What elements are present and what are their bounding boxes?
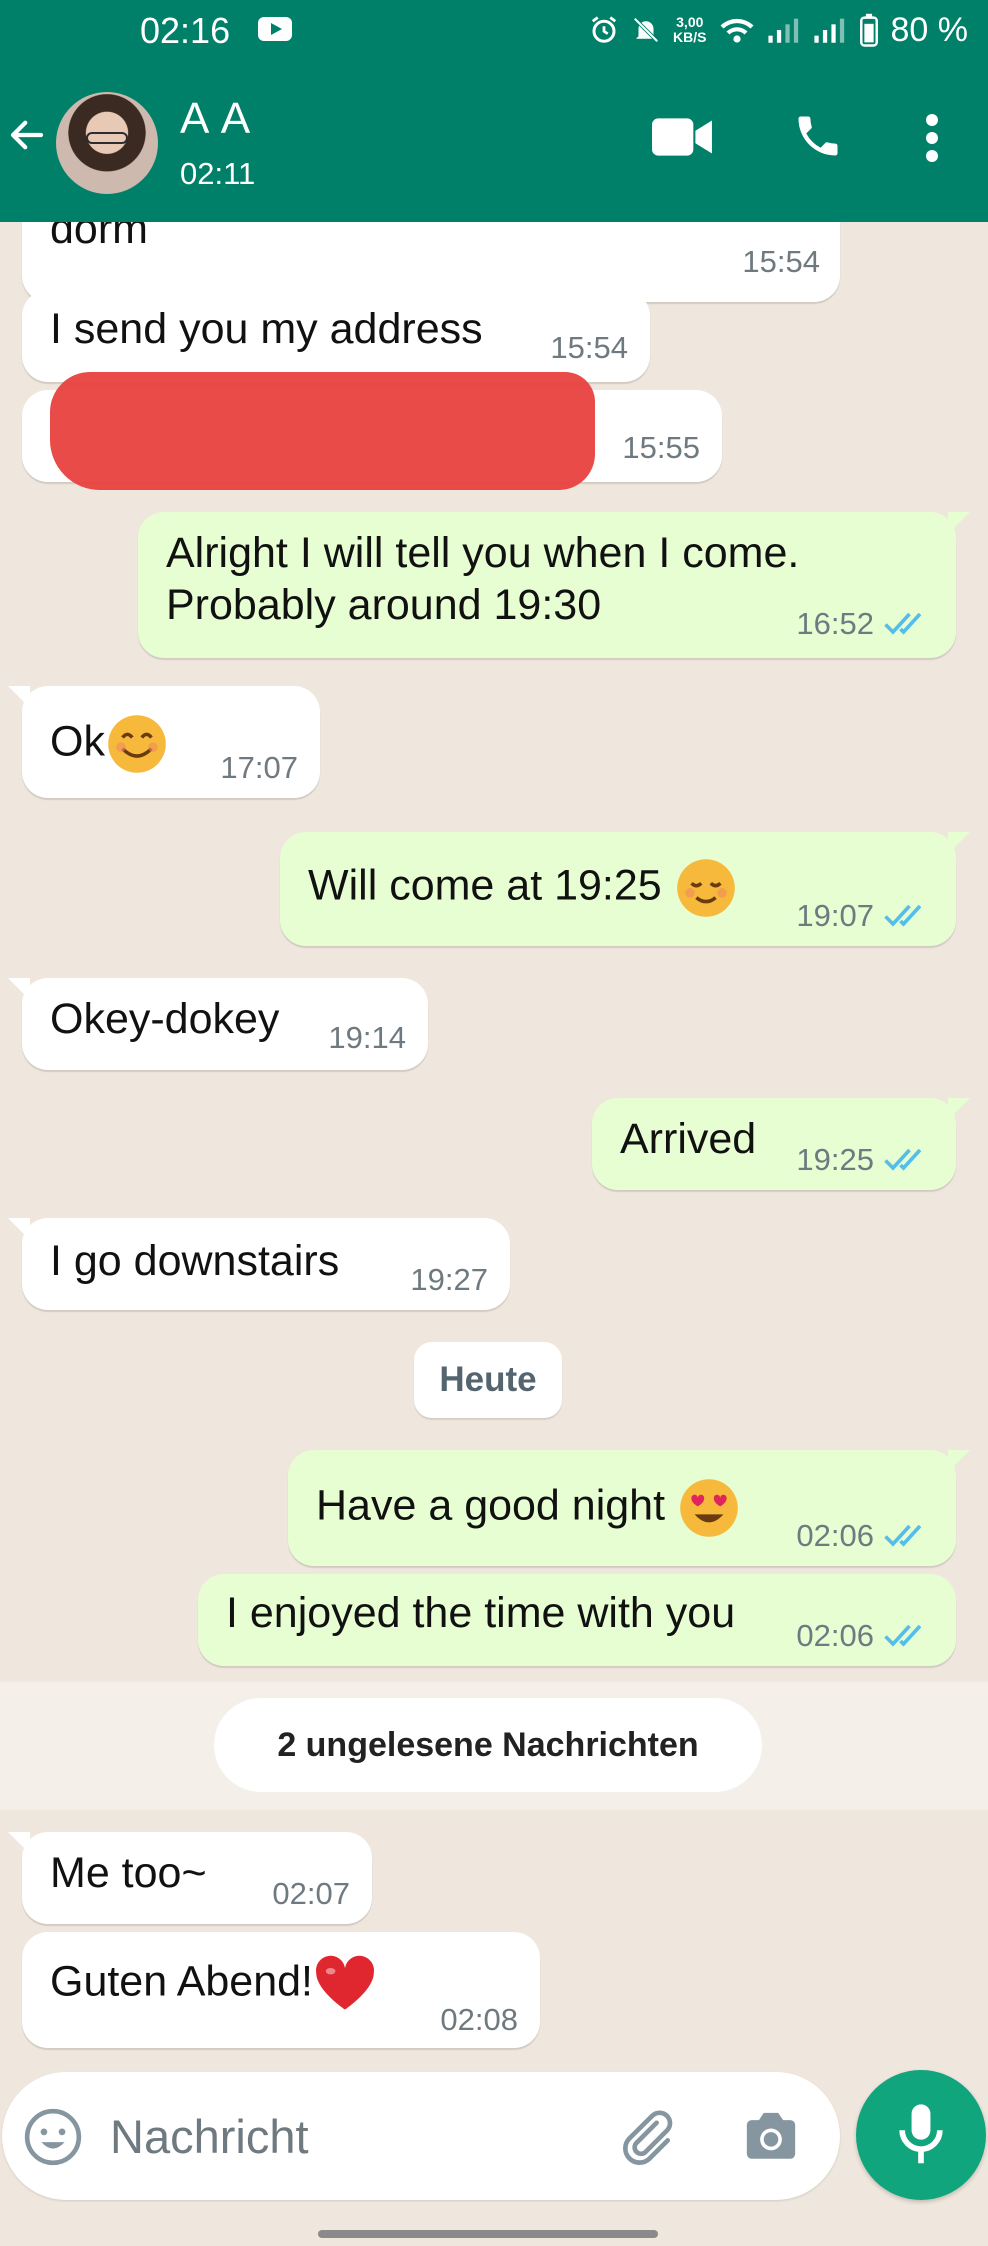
attachment-icon[interactable] <box>614 2106 676 2168</box>
heart-eyes-emoji <box>680 1479 738 1537</box>
contact-name[interactable]: A A <box>180 94 252 144</box>
mute-bell-icon <box>633 17 659 43</box>
more-options-icon[interactable] <box>924 114 940 162</box>
read-receipt-icon <box>884 612 922 635</box>
read-receipt-icon <box>884 1524 922 1547</box>
network-speed-unit: KB/S <box>673 29 707 45</box>
message-bubble-incoming[interactable]: Me too~ 02:07 <box>8 1832 372 1924</box>
message-bubble-outgoing[interactable]: Arrived 19:25 <box>592 1098 970 1190</box>
relieved-face-emoji <box>676 859 735 917</box>
emoji-picker-icon[interactable] <box>22 2106 84 2168</box>
status-time: 02:16 <box>140 10 231 51</box>
message-text-body: Guten Abend! <box>50 1957 313 2006</box>
signal-icon-1 <box>767 18 798 43</box>
message-bubble-incoming[interactable]: Ok 17:07 <box>8 686 320 798</box>
message-time: 19:07 <box>796 898 874 933</box>
read-receipt-icon <box>884 1148 922 1171</box>
message-text: Have a good night <box>316 1476 741 1540</box>
message-text: Me too~ <box>50 1849 207 1897</box>
back-arrow-icon[interactable] <box>6 114 48 156</box>
read-receipt-icon <box>884 904 922 927</box>
message-bubble-outgoing[interactable]: Will come at 19:25 19:07 <box>280 832 970 946</box>
message-text: I go downstairs <box>50 1237 340 1285</box>
message-input[interactable] <box>110 2102 590 2170</box>
message-time: 19:25 <box>796 1142 874 1177</box>
message-text-body: Have a good night <box>316 1481 666 1530</box>
message-time: 02:06 <box>796 1618 874 1653</box>
message-time: 16:52 <box>796 606 874 641</box>
message-time: 15:55 <box>622 430 700 465</box>
video-call-icon[interactable] <box>652 116 714 158</box>
message-text: Arrived <box>620 1115 757 1163</box>
date-separator: Heute <box>414 1342 562 1418</box>
message-bubble-outgoing[interactable]: I enjoyed the time with you 02:06 <box>198 1574 956 1666</box>
home-indicator[interactable] <box>318 2230 658 2238</box>
battery-percent: 80 % <box>890 10 969 49</box>
message-time: 17:07 <box>220 750 298 785</box>
message-text: Okey-dokey <box>50 995 280 1043</box>
message-bubble-outgoing[interactable]: Have a good night 02:06 <box>288 1450 970 1566</box>
red-heart-emoji <box>316 1955 374 2010</box>
message-bubble-incoming[interactable]: Guten Abend! 02:08 <box>22 1932 540 2048</box>
message-bubble-incoming[interactable]: Okey-dokey 19:14 <box>8 978 428 1070</box>
message-time: 02:08 <box>440 2002 518 2037</box>
signal-icon-2 <box>813 18 844 43</box>
message-text-line-2: Probably around 19:30 <box>166 581 602 629</box>
redaction-overlay <box>50 372 595 490</box>
message-time: 19:14 <box>328 1020 406 1055</box>
microphone-icon <box>899 2104 943 2164</box>
composer-bar <box>0 2070 988 2246</box>
smiling-face-emoji <box>108 715 166 773</box>
message-text-body: Ok <box>50 717 105 766</box>
message-text: Will come at 19:25 <box>308 856 738 920</box>
voice-call-icon[interactable] <box>792 110 844 162</box>
status-icons: 3,00 KB/S 80 % <box>589 8 968 52</box>
message-time: 19:27 <box>410 1262 488 1297</box>
message-time: 15:54 <box>742 244 820 279</box>
contact-avatar[interactable] <box>56 92 158 194</box>
message-text: dorm <box>50 222 148 253</box>
message-time: 02:06 <box>796 1518 874 1553</box>
message-bubble-outgoing[interactable]: Alright I will tell you when I come. Pro… <box>138 512 970 658</box>
wifi-icon <box>720 18 753 43</box>
message-bubble-incoming[interactable]: I send you my address 15:54 <box>22 290 650 382</box>
message-text-line-1: Alright I will tell you when I come. <box>166 529 800 577</box>
read-receipt-icon <box>884 1624 922 1647</box>
alarm-icon <box>591 16 617 43</box>
voice-message-button[interactable] <box>856 2070 986 2200</box>
message-text: I send you my address <box>50 305 483 353</box>
message-text: Guten Abend! <box>50 1954 377 2014</box>
chat-header[interactable]: A A 02:11 <box>0 64 988 222</box>
message-bubble-incoming[interactable]: I go downstairs 19:27 <box>8 1218 510 1310</box>
network-speed-value: 3,00 <box>676 14 704 30</box>
youtube-notification-icon <box>258 17 292 41</box>
avatar-glasses <box>86 132 128 144</box>
message-text: Ok <box>50 712 169 776</box>
battery-icon <box>859 13 878 47</box>
camera-icon[interactable] <box>742 2110 800 2164</box>
top-bar: 02:16 3,00 KB/S 80 % A A 02:11 <box>0 0 988 222</box>
contact-last-seen: 02:11 <box>180 156 256 191</box>
chat-area[interactable]: dorm 15:54 I send you my address 15:54 1… <box>0 222 988 2072</box>
unread-messages-banner: 2 ungelesene Nachrichten <box>214 1698 762 1792</box>
message-time: 02:07 <box>272 1876 350 1911</box>
message-text: I enjoyed the time with you <box>226 1589 736 1637</box>
message-time: 15:54 <box>550 330 628 365</box>
message-text-body: Will come at 19:25 <box>308 861 662 910</box>
status-bar: 02:16 3,00 KB/S 80 % <box>0 0 988 64</box>
network-speed: 3,00 KB/S <box>673 15 706 45</box>
message-input-container[interactable] <box>2 2072 840 2200</box>
